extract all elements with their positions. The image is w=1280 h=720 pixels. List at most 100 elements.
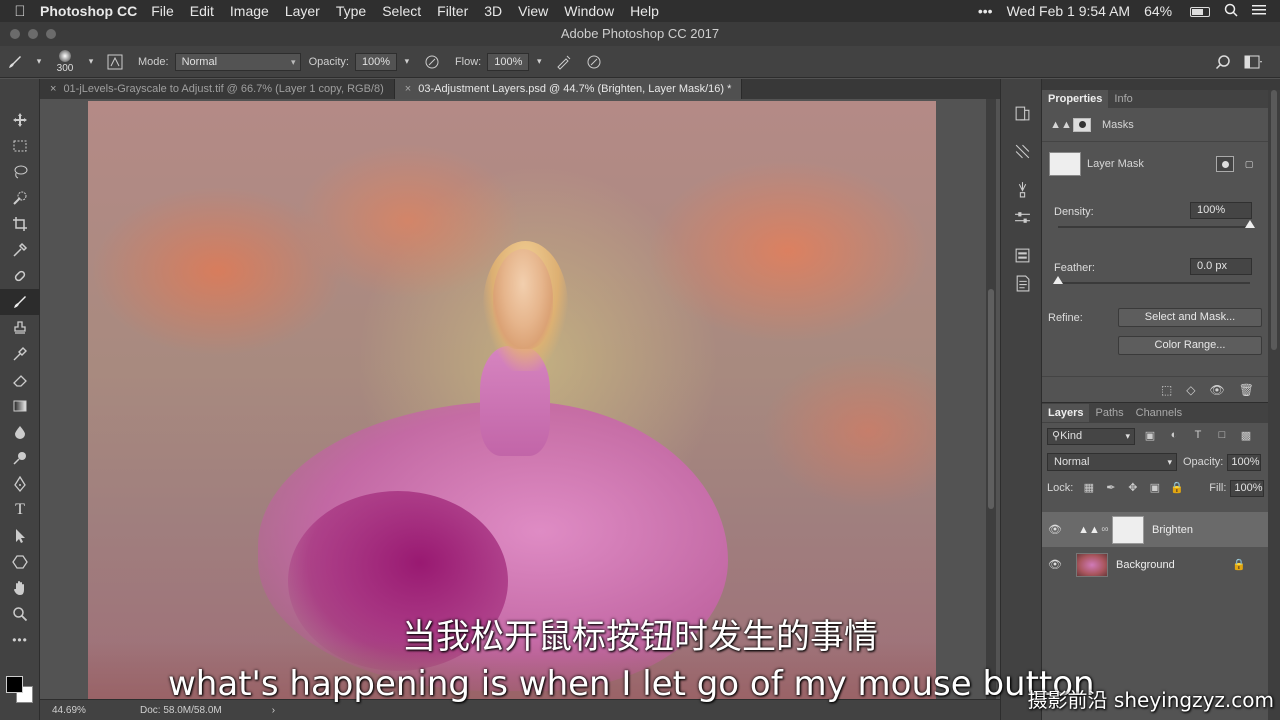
opacity-field[interactable]: 100% bbox=[354, 52, 397, 71]
lock-all-icon[interactable]: 🔒 bbox=[1169, 481, 1184, 495]
apple-menu-icon[interactable]:  bbox=[0, 3, 40, 20]
lock-position-icon[interactable]: ✥ bbox=[1125, 481, 1140, 495]
flow-field[interactable]: 100% bbox=[487, 52, 530, 71]
type-tool[interactable]: T bbox=[0, 497, 40, 523]
eye-icon[interactable]: 👁 bbox=[1210, 383, 1225, 397]
smart-object-filter-icon[interactable]: ▩ bbox=[1237, 429, 1255, 443]
zoom-level[interactable]: 44.69% bbox=[40, 705, 110, 716]
color-range-button[interactable]: Color Range... bbox=[1118, 336, 1262, 355]
menu-window[interactable]: Window bbox=[564, 3, 614, 19]
path-selection-tool[interactable] bbox=[0, 523, 40, 549]
tab-channels[interactable]: Channels bbox=[1130, 404, 1188, 422]
notification-list-icon[interactable] bbox=[1252, 3, 1266, 19]
mode-select[interactable]: Normal ▾ bbox=[174, 52, 301, 71]
layer-mask-thumbnail[interactable] bbox=[1112, 515, 1144, 544]
close-tab-icon[interactable]: × bbox=[50, 83, 56, 95]
feather-slider-track[interactable] bbox=[1058, 282, 1250, 284]
history-panel-button[interactable] bbox=[1001, 99, 1043, 127]
density-slider-track[interactable] bbox=[1058, 226, 1250, 228]
menu-file[interactable]: File bbox=[151, 3, 174, 19]
document-tab-adjustment-layers[interactable]: × 03-Adjustment Layers.psd @ 44.7% (Brigh… bbox=[394, 79, 743, 99]
brush-presets-panel-button[interactable] bbox=[1001, 175, 1043, 203]
adjustment-layer-filter-icon[interactable]: ◐ bbox=[1165, 429, 1183, 443]
minimize-window-button[interactable] bbox=[28, 29, 38, 39]
add-pixel-mask-icon[interactable] bbox=[1216, 156, 1234, 172]
add-vector-mask-icon[interactable]: ▢ bbox=[1240, 156, 1258, 172]
tab-info[interactable]: Info bbox=[1108, 90, 1138, 108]
blur-tool[interactable] bbox=[0, 419, 40, 445]
color-swatches[interactable] bbox=[6, 676, 36, 706]
tab-paths[interactable]: Paths bbox=[1089, 404, 1129, 422]
chevron-down-icon[interactable]: ▾ bbox=[86, 51, 96, 73]
tab-layers[interactable]: Layers bbox=[1042, 404, 1090, 422]
shape-tool[interactable] bbox=[0, 549, 40, 575]
scrollbar-thumb[interactable] bbox=[1271, 90, 1277, 350]
density-slider-handle[interactable] bbox=[1245, 220, 1255, 228]
more-menu-icon[interactable]: ••• bbox=[978, 3, 993, 19]
pressure-size-icon[interactable] bbox=[583, 51, 605, 73]
tab-properties[interactable]: Properties bbox=[1042, 90, 1109, 108]
menu-filter[interactable]: Filter bbox=[437, 3, 468, 19]
lock-artboard-icon[interactable]: ▣ bbox=[1147, 481, 1162, 495]
menu-3d[interactable]: 3D bbox=[484, 3, 502, 19]
fill-field[interactable]: 100% bbox=[1230, 479, 1264, 497]
menu-edit[interactable]: Edit bbox=[190, 3, 214, 19]
apply-mask-icon[interactable]: ◇ bbox=[1186, 383, 1195, 397]
move-tool[interactable] bbox=[0, 107, 40, 133]
chevron-down-icon[interactable]: ▾ bbox=[533, 51, 545, 73]
lock-transparent-icon[interactable]: ▦ bbox=[1081, 481, 1096, 495]
visibility-eye-icon[interactable]: 👁 bbox=[1042, 523, 1068, 536]
search-icon[interactable] bbox=[1224, 3, 1238, 20]
feather-slider-handle[interactable] bbox=[1053, 276, 1063, 284]
gradient-tool[interactable] bbox=[0, 393, 40, 419]
layer-kind-filter[interactable]: ⚲Kind ▾ bbox=[1047, 427, 1135, 445]
select-and-mask-button[interactable]: Select and Mask... bbox=[1118, 308, 1262, 327]
brush-tool-preset-icon[interactable] bbox=[4, 51, 26, 73]
layer-mask-thumbnail[interactable] bbox=[1049, 152, 1081, 176]
chevron-down-icon[interactable]: ▾ bbox=[34, 51, 44, 73]
link-chain-icon[interactable]: ∞ bbox=[1100, 524, 1110, 535]
pixel-layer-filter-icon[interactable]: ▣ bbox=[1141, 429, 1159, 443]
feather-field[interactable]: 0.0 px bbox=[1190, 258, 1252, 275]
quick-selection-tool[interactable] bbox=[0, 185, 40, 211]
healing-brush-tool[interactable] bbox=[0, 263, 40, 289]
menu-layer[interactable]: Layer bbox=[285, 3, 320, 19]
shape-layer-filter-icon[interactable]: □ bbox=[1213, 429, 1231, 443]
chevron-down-icon[interactable]: ▾ bbox=[401, 51, 413, 73]
trash-icon[interactable]: 🗑 bbox=[1239, 383, 1254, 397]
layer-row-background[interactable]: 👁 Background 🔒 bbox=[1042, 547, 1268, 582]
workspace-switcher-icon[interactable] bbox=[1242, 51, 1264, 73]
menu-select[interactable]: Select bbox=[382, 3, 421, 19]
density-field[interactable]: 100% bbox=[1190, 202, 1252, 219]
actions-panel-button[interactable] bbox=[1001, 137, 1043, 165]
hand-tool[interactable] bbox=[0, 575, 40, 601]
pressure-opacity-icon[interactable] bbox=[421, 51, 443, 73]
clock[interactable]: Wed Feb 1 9:54 AM bbox=[1007, 3, 1130, 19]
close-tab-icon[interactable]: × bbox=[405, 83, 411, 95]
mask-icon[interactable] bbox=[1073, 117, 1091, 132]
battery-status[interactable]: 64% bbox=[1144, 3, 1210, 19]
layer-row-brighten[interactable]: 👁 ▲▲ ∞ Brighten bbox=[1042, 512, 1268, 547]
foreground-color-swatch[interactable] bbox=[6, 676, 23, 693]
clone-stamp-tool[interactable] bbox=[0, 315, 40, 341]
document-tab-levels[interactable]: × 01-jLevels-Grayscale to Adjust.tif @ 66… bbox=[40, 79, 395, 99]
brush-size-picker[interactable]: 300 bbox=[48, 49, 82, 74]
load-selection-icon[interactable]: ⬚ bbox=[1161, 383, 1172, 397]
menu-image[interactable]: Image bbox=[230, 3, 269, 19]
zoom-window-button[interactable] bbox=[46, 29, 56, 39]
crop-tool[interactable] bbox=[0, 211, 40, 237]
history-brush-tool[interactable] bbox=[0, 341, 40, 367]
marquee-tool[interactable] bbox=[0, 133, 40, 159]
menu-type[interactable]: Type bbox=[336, 3, 366, 19]
eraser-tool[interactable] bbox=[0, 367, 40, 393]
adjustment-layer-icon[interactable]: ▲▲ bbox=[1050, 118, 1072, 132]
menu-view[interactable]: View bbox=[518, 3, 548, 19]
type-layer-filter-icon[interactable]: T bbox=[1189, 429, 1207, 443]
close-window-button[interactable] bbox=[10, 29, 20, 39]
status-menu-arrow[interactable]: › bbox=[272, 705, 275, 716]
airbrush-icon[interactable] bbox=[553, 51, 575, 73]
visibility-eye-icon[interactable]: 👁 bbox=[1042, 558, 1068, 571]
pen-tool[interactable] bbox=[0, 471, 40, 497]
dodge-tool[interactable] bbox=[0, 445, 40, 471]
app-menu[interactable]: Photoshop CC bbox=[40, 3, 137, 19]
